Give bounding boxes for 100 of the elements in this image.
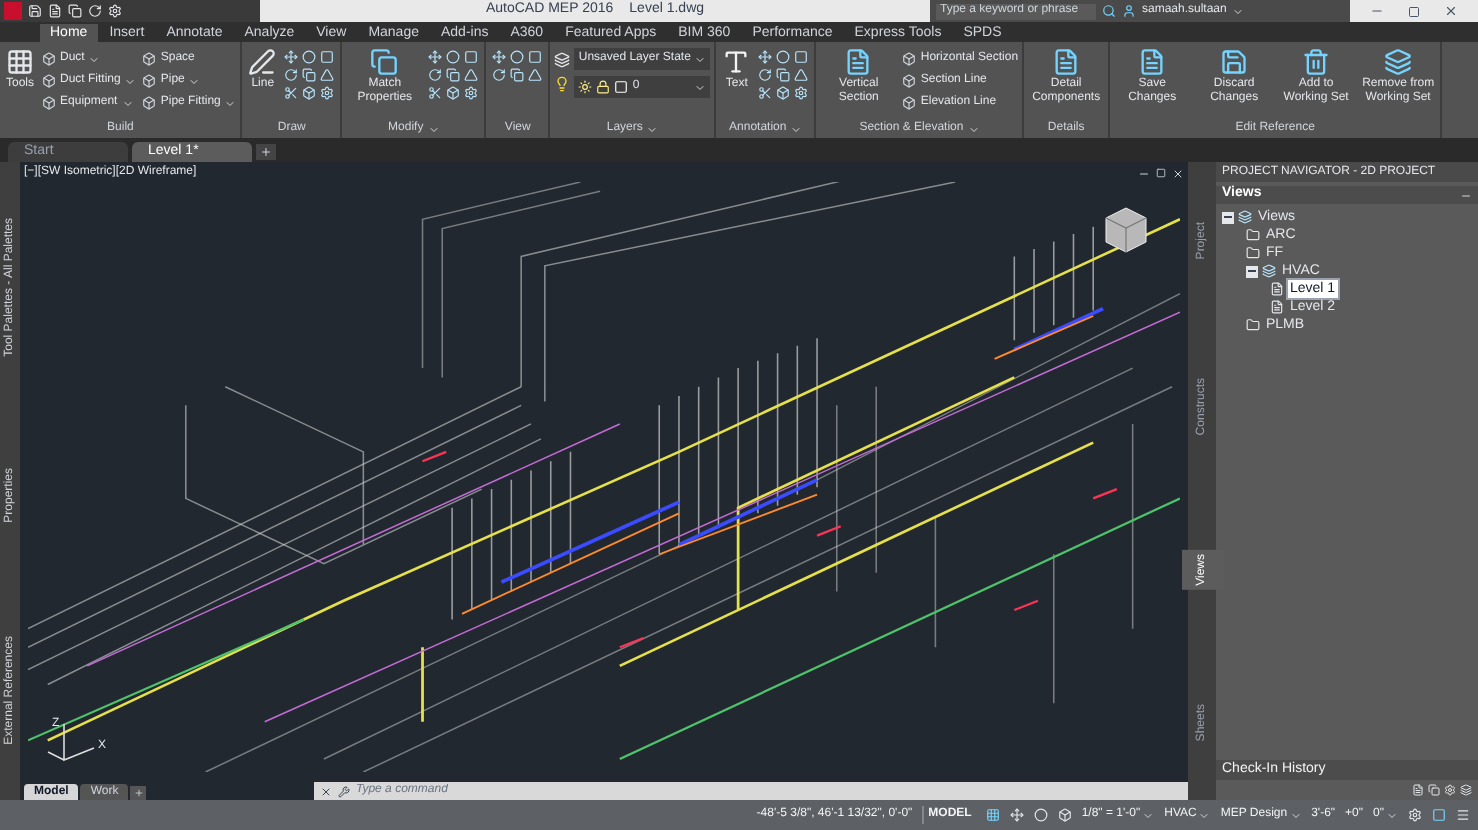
- cube-icon: [142, 74, 157, 88]
- sun-icon: [578, 80, 593, 94]
- lightbulb-icon: [554, 76, 571, 92]
- grid-icon[interactable]: [985, 808, 1000, 822]
- square-icon: [320, 50, 335, 64]
- add-layout-button[interactable]: [130, 786, 147, 800]
- search-icon[interactable]: [1102, 4, 1116, 18]
- cube-icon: [302, 86, 317, 100]
- scissors-icon: [428, 86, 443, 100]
- copy-icon: [446, 68, 461, 82]
- cube-icon: [902, 96, 917, 110]
- caret-icon: [1142, 809, 1155, 821]
- scissors-icon: [284, 86, 299, 100]
- move-icon: [492, 50, 507, 64]
- circle-icon: [446, 50, 461, 64]
- menu-icon[interactable]: [1456, 808, 1470, 822]
- cube-icon: [142, 96, 157, 110]
- gear-icon: [464, 86, 479, 100]
- copy-icon[interactable]: [1428, 784, 1440, 796]
- restore-icon[interactable]: [1156, 168, 1166, 178]
- triangle-icon: [320, 68, 335, 82]
- line-icon: [248, 48, 277, 76]
- folder-icon: [1246, 246, 1260, 260]
- save-icon: [1220, 48, 1249, 76]
- triangle-icon: [528, 68, 543, 82]
- move-icon: [428, 50, 443, 64]
- layers-icon: [554, 52, 571, 68]
- square-icon: [614, 80, 629, 94]
- copy-icon: [776, 68, 791, 82]
- caret-icon: [427, 123, 440, 135]
- cube-icon: [42, 52, 57, 66]
- move-icon: [284, 50, 299, 64]
- trash-icon: [1302, 48, 1331, 76]
- copy-icon: [510, 68, 525, 82]
- cube-icon: [776, 86, 791, 100]
- document-icon[interactable]: [48, 4, 62, 18]
- gear-icon[interactable]: [108, 4, 122, 18]
- sheet-icon: [1270, 282, 1284, 296]
- square-icon[interactable]: [1432, 808, 1446, 822]
- redo-icon[interactable]: [88, 4, 102, 18]
- gear-icon[interactable]: [1408, 808, 1422, 822]
- new-tab-button[interactable]: [256, 144, 276, 160]
- gear-icon: [320, 86, 335, 100]
- lock-icon: [596, 80, 611, 94]
- text-icon: [722, 48, 751, 76]
- caret-icon: [1386, 809, 1398, 821]
- folder-icon: [1246, 318, 1260, 332]
- grid-icon: [6, 48, 34, 76]
- square-icon: [528, 50, 543, 64]
- circle-icon: [776, 50, 791, 64]
- layers-icon[interactable]: [1460, 784, 1472, 796]
- gear-icon[interactable]: [1444, 784, 1456, 796]
- caret-icon: [1198, 809, 1211, 821]
- maximize-icon[interactable]: [1408, 5, 1420, 17]
- caret-icon: [88, 53, 101, 65]
- copy-icon[interactable]: [68, 4, 82, 18]
- cube-icon: [902, 74, 917, 88]
- gear-icon: [794, 86, 809, 100]
- caret-icon: [967, 123, 980, 135]
- rotate-icon: [428, 68, 443, 82]
- sheet-icon: [1270, 300, 1284, 314]
- scissors-icon: [758, 86, 773, 100]
- move-icon: [758, 50, 773, 64]
- caret-icon: [694, 53, 707, 65]
- cube-icon[interactable]: [1057, 808, 1072, 822]
- circle-icon[interactable]: [1033, 808, 1048, 822]
- caret-icon: [224, 97, 237, 109]
- cube-icon: [42, 96, 57, 110]
- triangle-icon: [464, 68, 479, 82]
- cube-icon: [42, 74, 57, 88]
- layers-icon: [1384, 48, 1413, 76]
- square-icon: [794, 50, 809, 64]
- layers-icon: [1262, 264, 1276, 278]
- plus-icon: [260, 146, 272, 158]
- user-icon[interactable]: [1122, 4, 1136, 18]
- document-icon: [1138, 48, 1167, 76]
- rotate-icon: [284, 68, 299, 82]
- move-icon[interactable]: [1009, 808, 1024, 822]
- minimize-icon[interactable]: [1138, 168, 1150, 180]
- caret-icon: [694, 81, 707, 93]
- wrench-icon[interactable]: [338, 785, 350, 797]
- cube-icon: [142, 52, 157, 66]
- document-icon[interactable]: [1412, 784, 1424, 796]
- close-icon[interactable]: [1444, 4, 1458, 18]
- rotate-icon: [492, 68, 507, 82]
- caret-icon: [790, 123, 803, 135]
- caret-icon: [1232, 5, 1245, 17]
- rotate-icon: [758, 68, 773, 82]
- close-icon[interactable]: [320, 785, 332, 797]
- circle-icon: [510, 50, 525, 64]
- cube-icon: [446, 86, 461, 100]
- copy-icon: [302, 68, 317, 82]
- view-cube-icon[interactable]: [1104, 206, 1148, 254]
- collapse-icon[interactable]: [1222, 211, 1234, 223]
- collapse-icon[interactable]: [1246, 265, 1258, 277]
- triangle-icon: [794, 68, 809, 82]
- document-icon: [1052, 48, 1081, 76]
- caret-icon: [646, 123, 659, 135]
- document-icon: [844, 48, 873, 76]
- save-icon[interactable]: [28, 4, 42, 18]
